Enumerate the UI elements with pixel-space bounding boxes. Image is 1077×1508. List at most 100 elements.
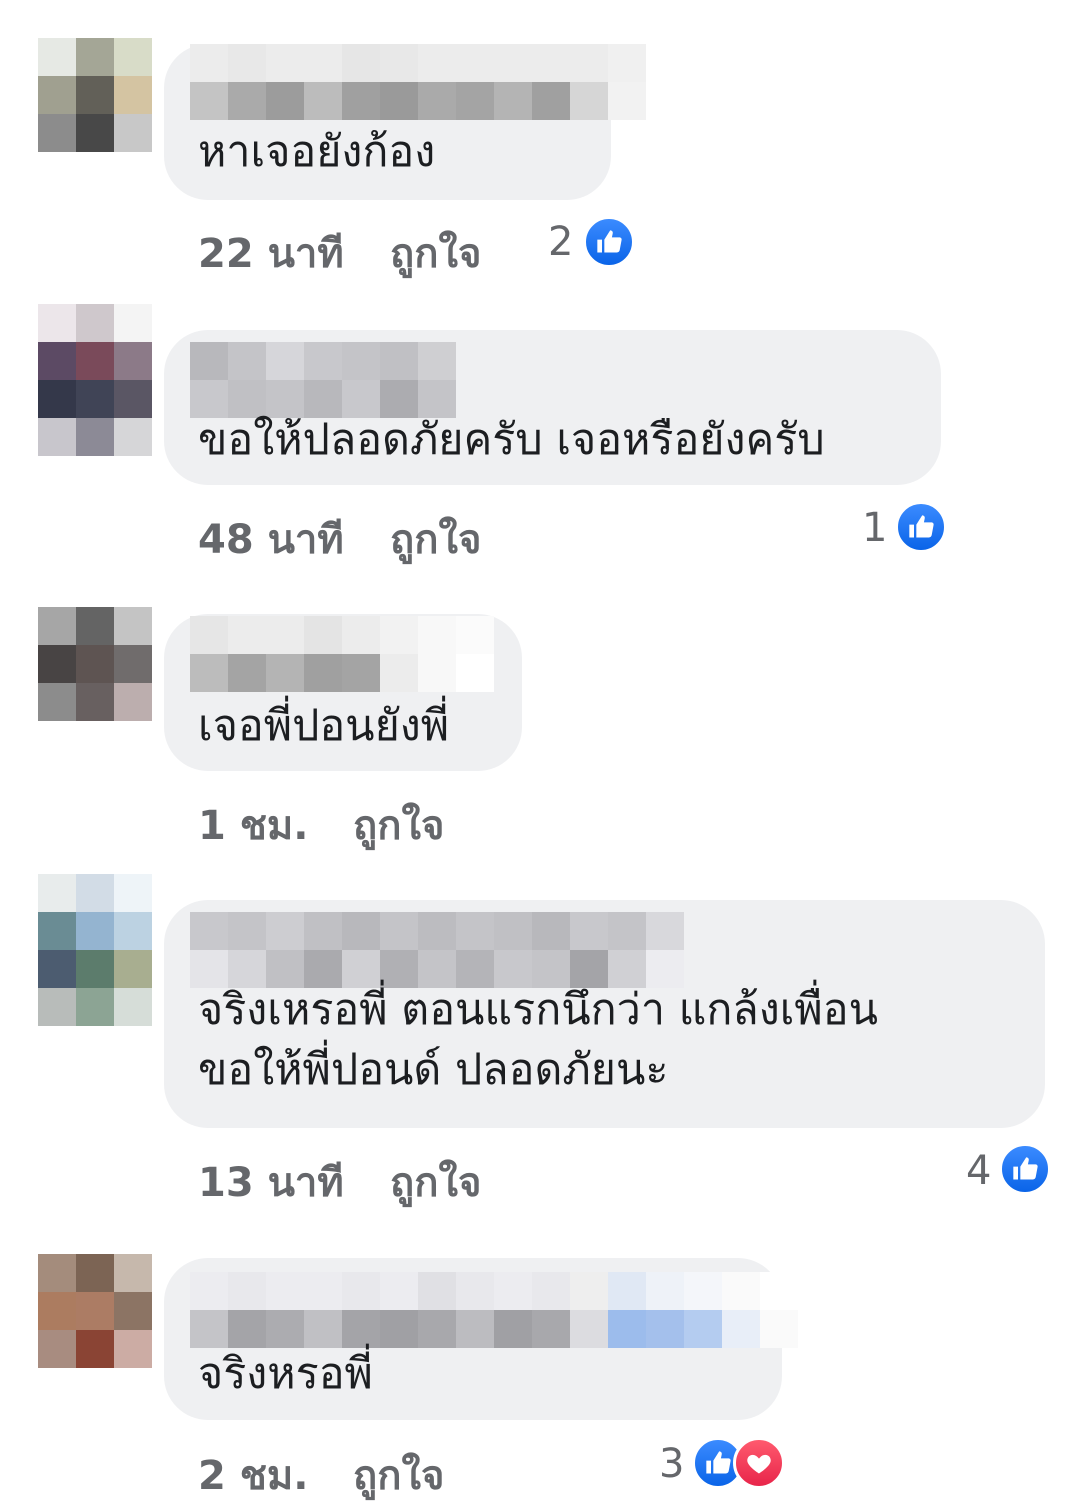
name-pixel [456,44,494,82]
avatar-pixel [76,380,114,418]
name-pixel [190,342,228,380]
author-name[interactable] [190,912,684,988]
avatar-pixel [114,304,152,342]
name-pixel [380,82,418,120]
like-button[interactable]: ถูกใจ [390,1150,481,1214]
comment-bubble: ขอให้ปลอดภัยครับ เจอหรือยังครับ [164,330,941,485]
avatar-pixel [38,304,76,342]
avatar-pixel [76,76,114,114]
name-pixel [304,342,342,380]
name-pixel [342,616,380,654]
name-pixel [418,1310,456,1348]
name-pixel [418,912,456,950]
name-pixel [228,342,266,380]
name-pixel [494,912,532,950]
avatar-pixel [38,418,76,456]
avatar-pixel [76,114,114,152]
name-pixel [456,912,494,950]
name-pixel [494,82,532,120]
name-pixel [266,1272,304,1310]
like-button[interactable]: ถูกใจ [353,793,444,857]
avatar-pixel [114,38,152,76]
heart-icon[interactable] [733,1437,785,1489]
comment-text: หาเจอยังก้อง [198,127,436,177]
like-icon[interactable] [895,501,947,553]
name-pixel [380,616,418,654]
name-pixel [380,654,418,692]
name-pixel [228,82,266,120]
avatar-pixel [114,76,152,114]
avatar-pixel [38,1330,76,1368]
comment-text: เจอพี่ปอนยังพี่ [198,701,450,751]
author-name[interactable] [190,1272,798,1348]
avatar-pixel [114,988,152,1026]
name-pixel [684,1272,722,1310]
name-pixel [760,1272,798,1310]
reaction-count[interactable]: 1 [862,505,887,551]
name-pixel [228,912,266,950]
avatar[interactable] [38,304,152,456]
name-pixel [646,1310,684,1348]
name-pixel [190,1272,228,1310]
avatar-pixel [114,645,152,683]
comment-time[interactable]: 2 ชม. [198,1443,308,1507]
name-pixel [228,1272,266,1310]
avatar-pixel [76,950,114,988]
like-button[interactable]: ถูกใจ [390,221,481,285]
name-pixel [418,654,456,692]
author-name[interactable] [190,616,494,692]
like-button[interactable]: ถูกใจ [390,507,481,571]
avatar-pixel [76,38,114,76]
reaction-count[interactable]: 2 [548,219,573,265]
avatar-pixel [114,1292,152,1330]
avatar-pixel [76,874,114,912]
name-pixel [380,912,418,950]
name-pixel [266,342,304,380]
name-pixel [608,82,646,120]
like-icon[interactable] [999,1143,1051,1195]
name-pixel [380,1272,418,1310]
name-pixel [228,654,266,692]
author-name[interactable] [190,342,456,418]
name-pixel [304,44,342,82]
avatar-pixel [76,342,114,380]
name-pixel [418,1272,456,1310]
comment-text: ขอให้ปลอดภัยครับ เจอหรือยังครับ [198,415,825,465]
name-pixel [456,1272,494,1310]
comment-time[interactable]: 22 นาที [198,221,344,285]
avatar-pixel [76,1254,114,1292]
comment-bubble: หาเจอยังก้อง [164,44,646,200]
name-pixel [304,1272,342,1310]
reaction-count[interactable]: 3 [659,1441,684,1487]
name-pixel [266,44,304,82]
comment-time[interactable]: 13 นาที [198,1150,344,1214]
avatar-pixel [38,114,76,152]
name-pixel [570,912,608,950]
name-pixel [608,1272,646,1310]
like-button[interactable]: ถูกใจ [353,1443,444,1507]
avatar[interactable] [38,607,152,721]
name-pixel [418,342,456,380]
avatar-pixel [38,988,76,1026]
comment-time[interactable]: 1 ชม. [198,793,308,857]
name-pixel [570,82,608,120]
name-pixel-row [190,82,646,120]
name-pixel [266,616,304,654]
avatar[interactable] [38,1254,152,1368]
comment-time[interactable]: 48 นาที [198,507,344,571]
name-pixel [418,82,456,120]
author-name[interactable] [190,44,646,120]
reaction-count[interactable]: 4 [966,1148,991,1194]
name-pixel [342,342,380,380]
avatar[interactable] [38,38,152,152]
avatar[interactable] [38,874,152,1026]
like-icon[interactable] [583,216,635,268]
avatar-pixel [38,645,76,683]
name-pixel [532,912,570,950]
name-pixel [570,44,608,82]
name-pixel-row [190,912,684,950]
name-pixel [342,1310,380,1348]
name-pixel [304,654,342,692]
avatar-pixel [114,114,152,152]
name-pixel-row [190,1272,798,1310]
